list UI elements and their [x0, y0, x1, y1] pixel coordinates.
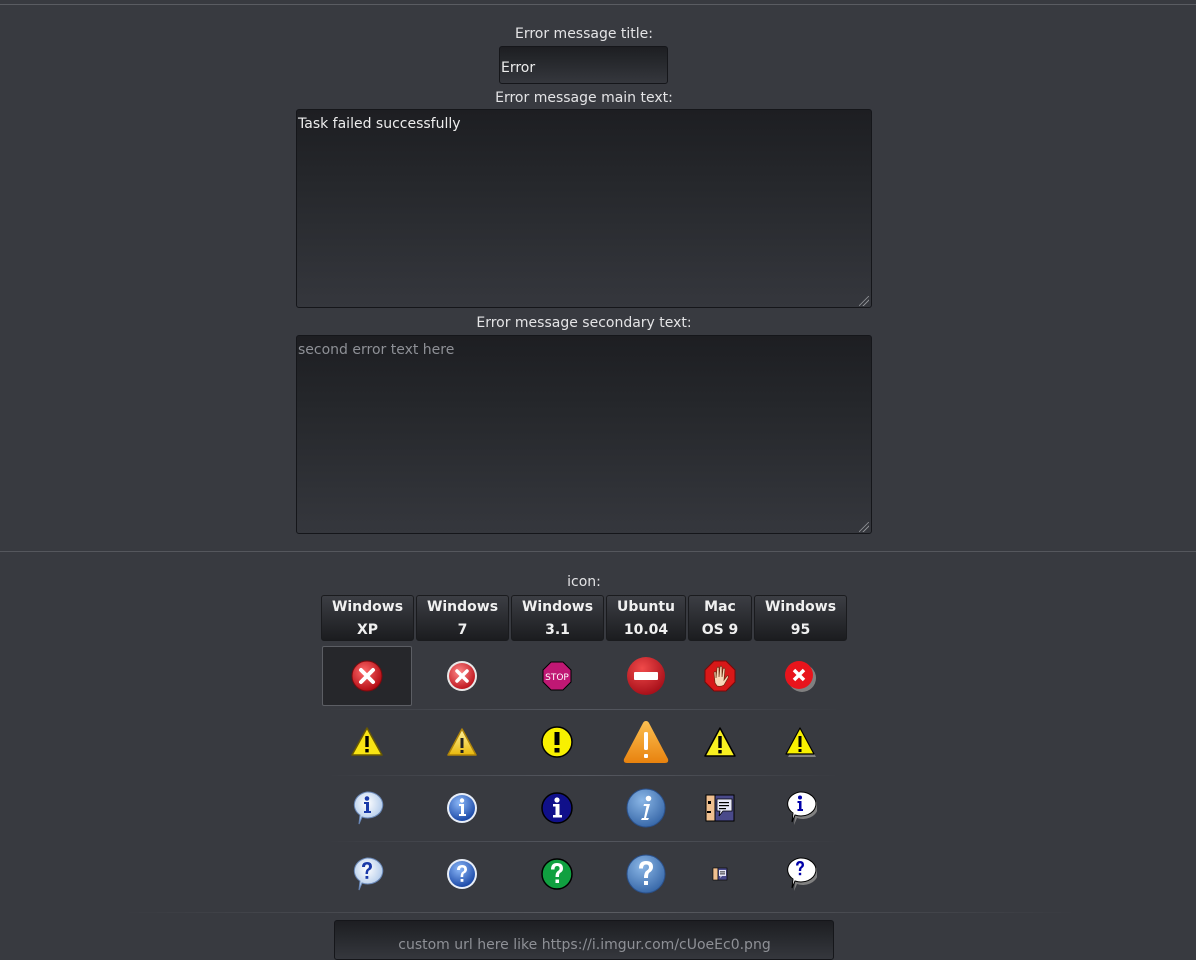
- talking-face-icon: [705, 794, 735, 822]
- win7-error-option[interactable]: [417, 646, 507, 706]
- tab-label-line2: XP: [356, 622, 379, 638]
- win95-info-option[interactable]: [755, 778, 845, 838]
- win31-question-option[interactable]: [512, 844, 602, 904]
- tab-label-line2: OS 9: [701, 622, 739, 638]
- secondary-text-label: Error message secondary text:: [476, 315, 692, 331]
- main-text-textarea[interactable]: Task failed successfully: [296, 109, 872, 308]
- tab-label-line2: 10.04: [623, 622, 669, 638]
- error-x-icon: [351, 660, 383, 692]
- warning-triangle-icon: [704, 727, 736, 757]
- title-label: Error message title:: [514, 26, 654, 42]
- warning-triangle-icon: [785, 727, 816, 757]
- win7-question-option[interactable]: [417, 844, 507, 904]
- secondary-text-textarea[interactable]: [296, 335, 872, 534]
- info-circle-icon: [541, 792, 573, 824]
- row-separator: [326, 775, 841, 776]
- tab-label-line1: Windows: [426, 599, 499, 615]
- top-divider: [0, 4, 1196, 5]
- macos9-question-option[interactable]: [675, 844, 765, 904]
- win7-info-option[interactable]: [417, 778, 507, 838]
- row-separator: [326, 709, 841, 710]
- question-bubble-icon: [787, 857, 817, 891]
- info-circle-icon: [626, 788, 666, 828]
- warning-triangle-icon: [351, 727, 383, 756]
- win95-error-option[interactable]: [755, 646, 845, 706]
- custom-url-input[interactable]: [334, 920, 834, 960]
- tab-label-line1: Mac: [704, 599, 736, 615]
- question-bubble-icon: [353, 857, 384, 891]
- talking-face-small-icon: [712, 867, 728, 881]
- info-bubble-icon: [787, 791, 817, 825]
- tab-mac-os-9[interactable]: Mac OS 9: [688, 595, 752, 641]
- tab-label-line1: Windows: [331, 599, 404, 615]
- warning-triangle-icon: [447, 728, 477, 756]
- info-bubble-icon: [353, 791, 384, 825]
- tab-label-line1: Windows: [521, 599, 594, 615]
- macos9-info-option[interactable]: [675, 778, 765, 838]
- warning-triangle-icon: [623, 721, 669, 763]
- tab-label-line2: 7: [457, 622, 468, 638]
- title-input[interactable]: [499, 46, 668, 84]
- tab-windows-xp[interactable]: Windows XP: [321, 595, 414, 641]
- footer-divider: [120, 912, 1080, 913]
- win95-question-option[interactable]: [755, 844, 845, 904]
- win31-info-option[interactable]: [512, 778, 602, 838]
- tab-windows-95[interactable]: Windows 95: [754, 595, 847, 641]
- win31-error-option[interactable]: STOP: [512, 646, 602, 706]
- error-x-icon: [447, 661, 477, 691]
- section-divider: [0, 551, 1196, 552]
- stop-sign-text: STOP: [545, 673, 569, 683]
- question-circle-icon: [626, 854, 666, 894]
- tab-ubuntu-1004[interactable]: Ubuntu 10.04: [606, 595, 686, 641]
- win7-warning-option[interactable]: [417, 712, 507, 772]
- tab-label-line2: 3.1: [545, 622, 570, 638]
- macos9-warning-option[interactable]: [675, 712, 765, 772]
- winxp-info-option[interactable]: [322, 778, 412, 838]
- tab-windows-31[interactable]: Windows 3.1: [511, 595, 604, 641]
- macos9-error-option[interactable]: [675, 646, 765, 706]
- row-separator: [326, 841, 841, 842]
- winxp-error-option[interactable]: [322, 646, 412, 706]
- question-circle-icon: [541, 858, 573, 890]
- info-circle-icon: [447, 793, 477, 823]
- tab-label-line1: Windows: [764, 599, 837, 615]
- stop-sign-icon: STOP: [542, 661, 572, 691]
- error-x-icon: [785, 661, 816, 692]
- win95-warning-option[interactable]: [755, 712, 845, 772]
- exclamation-circle-icon: [541, 726, 573, 758]
- win31-warning-option[interactable]: [512, 712, 602, 772]
- tab-windows-7[interactable]: Windows 7: [416, 595, 509, 641]
- question-circle-icon: [447, 859, 477, 889]
- no-entry-icon: [627, 657, 665, 695]
- icon-label: icon:: [567, 574, 601, 590]
- winxp-question-option[interactable]: [322, 844, 412, 904]
- tab-label-line2: 95: [790, 622, 811, 638]
- stop-hand-icon: [704, 660, 736, 692]
- main-text-label: Error message main text:: [495, 90, 673, 106]
- tab-label-line1: Ubuntu: [617, 599, 675, 615]
- winxp-warning-option[interactable]: [322, 712, 412, 772]
